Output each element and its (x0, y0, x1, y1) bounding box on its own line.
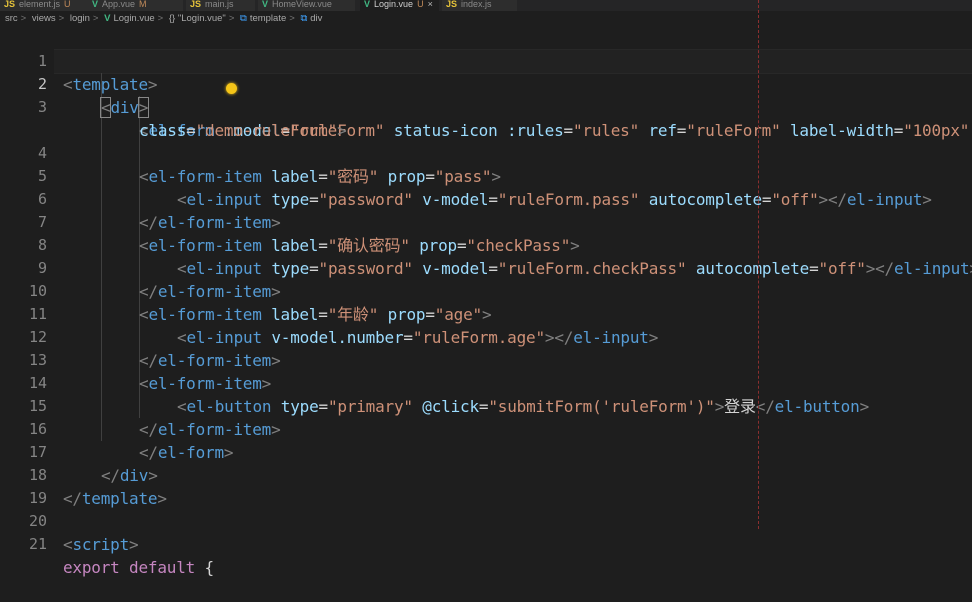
code-line: 10 <el-form-item label="年龄" prop="age"> (0, 257, 972, 324)
tab-label: Login.vue (374, 0, 414, 9)
chevron-right-icon: > (157, 13, 164, 24)
vue-file-icon: V (104, 13, 111, 24)
code-line: 6 </el-form-item> (0, 165, 972, 232)
tab-status-badge: M (139, 0, 147, 9)
tab-label: index.js (461, 0, 492, 9)
code-line: 12 </el-form-item> (0, 303, 972, 370)
vue-file-icon: V (262, 0, 269, 9)
code-line: 2 <div> (0, 50, 972, 118)
code-line: 8 <el-input type="password" v-model="rul… (0, 211, 972, 278)
code-line: 20 <script> (0, 487, 972, 554)
tab-label: HomeView.vue (272, 0, 332, 9)
breadcrumb-item[interactable]: login (70, 13, 90, 24)
code-line: 18 </template> (0, 441, 972, 508)
tab-app-vue[interactable]: V App.vue M (88, 0, 184, 11)
chevron-right-icon: > (289, 13, 295, 24)
tab-homeview-vue[interactable]: V HomeView.vue (258, 0, 356, 11)
code-line: 21 export default { (0, 510, 972, 577)
tab-label: main.js (205, 0, 234, 9)
code-line: 14 <el-button type="primary" @click="sub… (0, 349, 972, 416)
code-line: 3 <el-form :model="ruleForm" status-icon… (0, 73, 972, 140)
chevron-right-icon: > (58, 13, 65, 24)
vue-file-icon: V (364, 0, 371, 9)
breadcrumb-item-object[interactable]: {} "Login.vue" (169, 13, 226, 24)
code-line: 11 <el-input v-model.number="ruleForm.ag… (0, 280, 972, 347)
breadcrumb-item-template[interactable]: template (250, 13, 286, 24)
tab-label: element.js (19, 0, 61, 9)
element-icon: ⧉ (300, 13, 308, 24)
code-line: 4 <el-form-item label="密码" prop="pass"> (0, 119, 972, 186)
tab-status-badge: U (64, 0, 71, 9)
breadcrumb-item-div[interactable]: div (310, 13, 322, 24)
close-icon[interactable]: × (428, 0, 433, 9)
element-icon: ⧉ (240, 13, 247, 24)
tab-index-js[interactable]: JS index.js (442, 0, 518, 11)
code-line: 9 </el-form-item> (0, 234, 972, 301)
code-line: 17 </div> (0, 418, 972, 485)
code-line: 1 <template> (0, 27, 972, 94)
code-line: 7 <el-form-item label="确认密码" prop="check… (0, 188, 972, 255)
editor-tab-bar: JS element.js U V App.vue M JS main.js V HomeV… (0, 0, 972, 11)
code-line: 5 <el-input type="password" v-model="rul… (0, 142, 972, 209)
vue-file-icon: V (92, 0, 99, 9)
line-number: 21 (28, 535, 47, 553)
breadcrumb-item[interactable]: src (5, 13, 18, 24)
breadcrumb-item[interactable]: views (32, 13, 56, 24)
js-file-icon: JS (190, 0, 202, 9)
tab-status-badge: U (417, 0, 424, 9)
code-line-wrapped: class="demo-ruleForm"> (139, 121, 347, 140)
tab-login-vue[interactable]: V Login.vue U × (360, 0, 440, 11)
js-file-icon: JS (446, 0, 458, 9)
breadcrumb: src > views > login > V Login.vue > {} "Login… (0, 11, 972, 27)
column-ruler (758, 0, 759, 529)
chevron-right-icon: > (20, 13, 27, 24)
tab-main-js[interactable]: JS main.js (186, 0, 256, 11)
mouse-cursor-highlight (226, 83, 237, 94)
chevron-right-icon: > (92, 13, 99, 24)
breadcrumb-item-file[interactable]: Login.vue (113, 13, 154, 24)
js-file-icon: JS (4, 0, 16, 9)
code-line: 15 </el-form-item> (0, 372, 972, 439)
code-line: 16 </el-form> (0, 395, 972, 462)
code-line: 13 <el-form-item> (0, 326, 972, 393)
code-editor[interactable]: 1 <template> 2 <div> 3 <el-form :model="… (0, 27, 972, 577)
chevron-right-icon: > (228, 13, 235, 24)
tab-element-js[interactable]: JS element.js U (0, 0, 98, 11)
tab-label: App.vue (102, 0, 136, 9)
code-line: 19 (0, 464, 972, 507)
